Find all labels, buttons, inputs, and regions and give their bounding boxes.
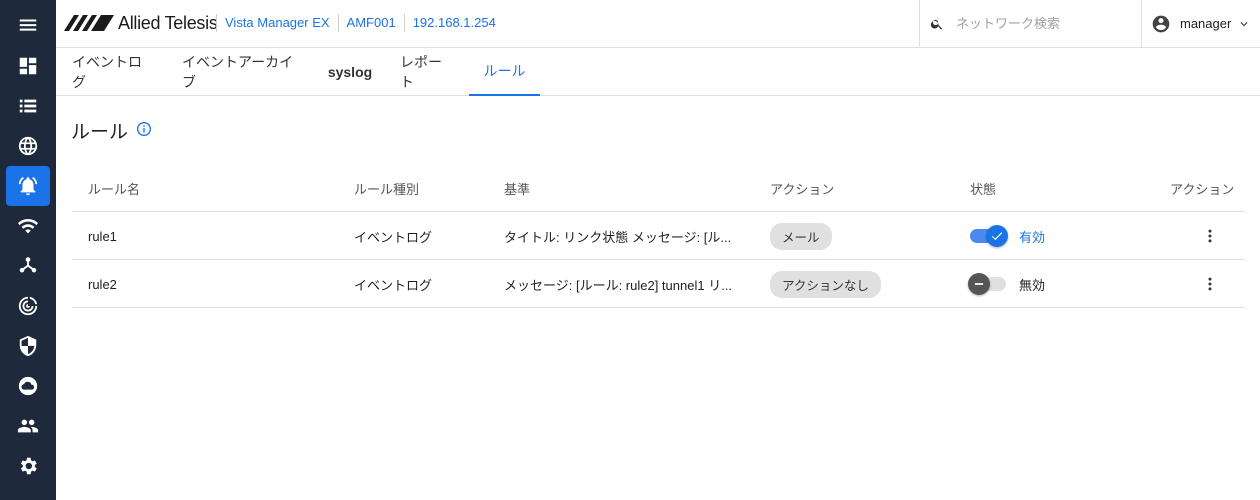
table-row[interactable]: rule1 イベントログ タイトル: リンク状態 メッセージ: [ル... メー… [72, 212, 1245, 260]
state-label: 無効 [1019, 277, 1046, 293]
brand-logo[interactable]: Allied Telesis [64, 11, 218, 35]
sidebar-item-network[interactable] [6, 126, 50, 166]
sidebar-item-security[interactable] [6, 326, 50, 366]
rule-criteria: タイトル: リンク状態 メッセージ: [ル... [504, 229, 732, 245]
tab-rules[interactable]: ルール [469, 48, 540, 96]
rules-table: ルール名 ルール種別 基準 アクション 状態 アクション rule1 イベントロ… [72, 164, 1245, 308]
tab-event-archive[interactable]: イベントアーカイブ [182, 48, 300, 96]
table-row[interactable]: rule2 イベントログ メッセージ: [ルール: rule2] tunnel1… [72, 260, 1245, 308]
topology-icon [19, 257, 37, 273]
sidebar-item-settings[interactable] [6, 446, 50, 486]
gear-icon [20, 457, 37, 475]
tab-bar: イベントログ イベントアーカイブ syslog レポート ルール [56, 48, 1260, 96]
header-criteria[interactable]: 基準 [504, 164, 530, 212]
users-icon [17, 419, 39, 433]
toggle-knob [968, 273, 990, 295]
sidebar-item-dashboard[interactable] [6, 46, 50, 86]
more-vert-icon [1208, 277, 1212, 291]
row-menu-button[interactable] [1198, 272, 1222, 296]
avatar [1151, 14, 1171, 34]
sidebar-item-cloud[interactable] [6, 366, 50, 406]
menu-icon [19, 19, 37, 31]
tab-syslog[interactable]: syslog [328, 48, 372, 96]
globe-icon [18, 136, 38, 156]
sidebar-item-events[interactable] [6, 166, 50, 206]
header-rule-type[interactable]: ルール種別 [354, 164, 419, 212]
more-vert-icon [1208, 229, 1212, 243]
sidebar [0, 0, 56, 500]
alarm-icon [18, 177, 38, 196]
top-header: Allied Telesis Vista Manager EX AMF001 1… [56, 0, 1260, 48]
row-actions-cell [1198, 260, 1222, 308]
minus-icon [974, 283, 984, 285]
rule-criteria: メッセージ: [ルール: rule2] tunnel1 リ... [504, 277, 733, 293]
shield-icon [19, 335, 37, 357]
page-title: ルール [71, 122, 129, 143]
rule-action-cell: アクションなし [770, 260, 881, 308]
search-icon [930, 19, 943, 30]
allied-telesis-logo-icon [64, 15, 114, 31]
brand-name: Allied Telesis [118, 12, 218, 33]
menu-button[interactable] [6, 5, 50, 45]
row-menu-button[interactable] [1198, 224, 1222, 248]
crumb-amf[interactable]: AMF001 [337, 14, 404, 32]
enable-toggle[interactable] [968, 273, 1006, 295]
sidebar-item-topology[interactable] [6, 246, 50, 286]
wifi-icon [17, 219, 39, 234]
network-search [919, 0, 1141, 47]
tab-report[interactable]: レポート [400, 48, 454, 96]
action-chip: アクションなし [770, 270, 881, 298]
rule-name: rule2 [88, 276, 117, 292]
toggle-knob [986, 225, 1008, 247]
sidebar-item-monitor[interactable] [6, 286, 50, 326]
username: manager [1180, 16, 1232, 31]
state-label: 有効 [1019, 229, 1046, 245]
header-state[interactable]: 状態 [970, 164, 996, 212]
chevron-down-icon [1231, 17, 1251, 31]
rule-type: イベントログ [354, 229, 433, 245]
radar-icon [18, 296, 38, 316]
rule-state-cell: 無効 [968, 260, 1046, 308]
header-action[interactable]: アクション [770, 164, 834, 212]
check-icon [991, 232, 1003, 241]
cloud-icon [18, 376, 38, 396]
crumb-ip[interactable]: 192.168.1.254 [403, 14, 504, 32]
info-icon[interactable] [136, 121, 152, 137]
header-rule-name[interactable]: ルール名 [88, 164, 140, 212]
sidebar-item-list[interactable] [6, 86, 50, 126]
header-row-actions: アクション [1170, 181, 1235, 197]
sidebar-item-wireless[interactable] [6, 206, 50, 246]
action-chip: メール [770, 222, 832, 250]
table-header-row: ルール名 ルール種別 基準 アクション 状態 アクション [72, 164, 1245, 212]
user-menu[interactable]: manager [1141, 0, 1260, 47]
tab-event-log[interactable]: イベントログ [72, 48, 152, 96]
dashboard-icon [19, 57, 37, 75]
sidebar-item-users[interactable] [6, 406, 50, 446]
enable-toggle[interactable] [970, 225, 1008, 247]
row-actions-cell [1198, 212, 1222, 260]
rule-name: rule1 [88, 228, 117, 244]
rule-type: イベントログ [354, 277, 433, 293]
crumb-product[interactable]: Vista Manager EX [216, 14, 338, 32]
rule-action-cell: メール [770, 212, 832, 260]
list-icon [19, 99, 37, 113]
breadcrumb: Vista Manager EX AMF001 192.168.1.254 [216, 14, 504, 32]
search-input[interactable] [956, 16, 1136, 31]
account-circle-icon [1152, 15, 1170, 32]
rule-state-cell: 有効 [970, 212, 1045, 260]
